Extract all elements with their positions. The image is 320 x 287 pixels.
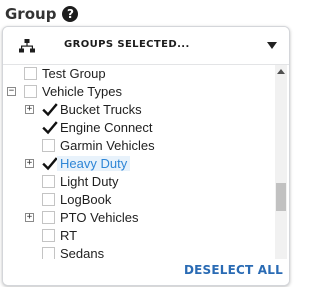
help-icon[interactable]: ?	[62, 6, 79, 22]
expand-icon[interactable]: +	[25, 213, 34, 222]
group-checkbox[interactable]	[42, 139, 55, 152]
group-checkbox[interactable]	[42, 211, 55, 224]
group-label: Engine Connect	[60, 120, 153, 135]
org-chart-icon	[19, 39, 35, 53]
group-header: Group ?	[5, 4, 79, 24]
tree-row[interactable]: + Heavy Duty	[3, 155, 265, 173]
scroll-up-icon[interactable]	[277, 69, 285, 74]
tree-scrollbar[interactable]	[275, 65, 287, 280]
group-title: Group	[5, 5, 57, 23]
group-label: Garmin Vehicles	[60, 138, 155, 153]
groups-dropdown-button[interactable]: GROUPS SELECTED...	[3, 27, 289, 65]
group-checkbox[interactable]	[42, 175, 55, 188]
tree-row[interactable]: Garmin Vehicles	[3, 137, 265, 155]
group-label: Bucket Trucks	[60, 102, 142, 117]
tree-row[interactable]: − Vehicle Types	[3, 83, 265, 101]
group-label: PTO Vehicles	[60, 210, 139, 225]
scrollbar-thumb[interactable]	[276, 183, 286, 211]
tree-row[interactable]: Light Duty	[3, 173, 265, 191]
collapse-icon[interactable]: −	[7, 87, 16, 96]
expand-icon[interactable]: +	[25, 159, 34, 168]
group-label: Heavy Duty	[57, 156, 131, 171]
group-checkbox[interactable]	[42, 193, 55, 206]
group-label: LogBook	[60, 192, 112, 207]
group-checkbox[interactable]	[42, 229, 55, 242]
groups-selected-label: GROUPS SELECTED...	[64, 39, 190, 50]
checkmark-icon	[42, 157, 58, 171]
deselect-all-button[interactable]: DESELECT ALL	[180, 263, 283, 277]
tree-row[interactable]: + Bucket Trucks	[3, 101, 265, 119]
group-label: Vehicle Types	[42, 84, 122, 99]
group-label: Light Duty	[60, 174, 119, 189]
group-checkbox[interactable]	[24, 85, 37, 98]
checkmark-icon	[42, 121, 58, 135]
group-checkbox[interactable]	[42, 157, 58, 171]
tree-row[interactable]: Engine Connect	[3, 119, 265, 137]
tree-row[interactable]: LogBook	[3, 191, 265, 209]
chevron-down-icon	[267, 42, 277, 49]
group-tree: Test Group − Vehicle Types + Bucket Trucks En…	[3, 65, 289, 281]
group-checkbox[interactable]	[42, 103, 58, 117]
group-label: RT	[60, 228, 78, 243]
checkmark-icon	[42, 103, 58, 117]
tree-row[interactable]: Test Group	[3, 65, 265, 83]
group-panel: GROUPS SELECTED... Test Group − Vehicle Ty…	[2, 26, 290, 286]
group-label: Test Group	[42, 66, 106, 81]
group-checkbox[interactable]	[42, 121, 58, 135]
tree-row[interactable]: + PTO Vehicles	[3, 209, 265, 227]
expand-icon[interactable]: +	[25, 105, 34, 114]
group-checkbox[interactable]	[24, 67, 37, 80]
tree-row[interactable]: RT	[3, 227, 265, 245]
